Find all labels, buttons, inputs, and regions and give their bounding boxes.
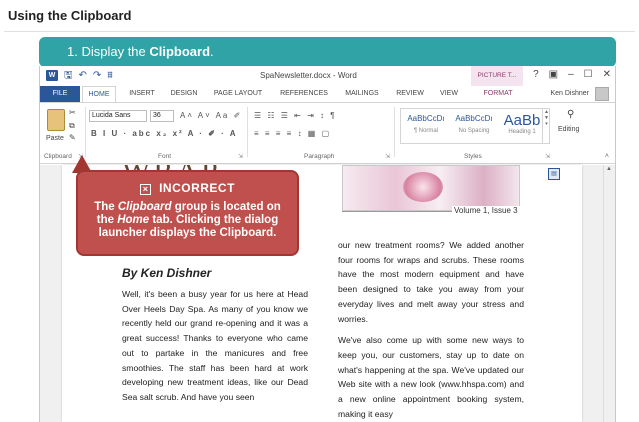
font-name-select[interactable]: Lucida Sans: [89, 110, 147, 122]
group-label-styles: Styles: [464, 153, 482, 160]
flower-image[interactable]: [342, 165, 520, 211]
paste-button-label[interactable]: Paste: [46, 135, 64, 142]
instruction-emphasis: Clipboard: [149, 44, 211, 59]
right-column: our new treatment rooms? We added anothe…: [338, 238, 524, 422]
paragraph: We've also come up with some new ways to…: [338, 335, 524, 419]
layout-options-icon[interactable]: ▤: [548, 168, 560, 180]
alignment-icons[interactable]: ≡ ≡ ≡ ≡ ↕ ▦ ▢: [254, 129, 331, 138]
font-size-tools-icon[interactable]: A˄ A˅ Aa ✐: [180, 111, 242, 120]
help-icon[interactable]: ?: [533, 69, 539, 80]
divider: [247, 107, 248, 157]
editing-label[interactable]: Editing: [558, 126, 579, 133]
ribbon-options-icon[interactable]: ▣: [549, 69, 558, 80]
divider: [4, 31, 635, 32]
styles-scroll-icon[interactable]: ▲ ▼ ▾: [542, 109, 550, 143]
tab-file[interactable]: FILE: [40, 86, 80, 102]
tab-format[interactable]: FORMAT: [476, 86, 520, 102]
style-heading-1[interactable]: AaBb Heading 1: [499, 112, 545, 142]
style-no-spacing[interactable]: AaBbCcDı No Spacing: [451, 112, 497, 142]
tab-review[interactable]: REVIEW: [392, 86, 428, 102]
instruction-bar: 1. Display the Clipboard.: [39, 37, 616, 67]
styles-gallery: AaBbCcDı ¶ Normal AaBbCcDı No Spacing AaBb…: [400, 108, 550, 144]
volume-label: Volume 1, Issue 3: [452, 206, 520, 215]
group-label-font: Font: [158, 153, 172, 160]
scroll-up-icon[interactable]: ▲: [606, 166, 612, 172]
paragraph-dialog-launcher-icon[interactable]: ⇲: [385, 153, 390, 160]
close-icon[interactable]: ✕: [603, 69, 611, 80]
tab-mailings[interactable]: MAILINGS: [340, 86, 384, 102]
callout-heading: × INCORRECT: [78, 181, 297, 195]
font-format-icons[interactable]: B I U · abc x₂ x² A · ✐ · A: [91, 129, 238, 138]
customize-qat-icon[interactable]: ⩩: [107, 70, 112, 81]
feedback-callout: × INCORRECT The Clipboard group is locate…: [76, 170, 299, 256]
list-format-icons[interactable]: ☰ ☷ ☰ ⇤ ⇥ ↕ ¶: [254, 111, 337, 120]
collapse-ribbon-icon[interactable]: ˄: [605, 153, 609, 160]
undo-icon[interactable]: ↶: [79, 70, 87, 81]
ribbon-tabs: FILE HOME INSERT DESIGN PAGE LAYOUT REFE…: [40, 86, 615, 103]
font-size-select[interactable]: 36: [150, 110, 174, 122]
styles-dialog-launcher-icon[interactable]: ⇲: [545, 153, 550, 160]
incorrect-x-icon: ×: [140, 184, 152, 195]
tab-page-layout[interactable]: PAGE LAYOUT: [210, 86, 266, 102]
left-column: Well, it's been a busy year for us here …: [122, 287, 308, 412]
copy-icon[interactable]: ⧉: [69, 121, 79, 130]
callout-body: The Clipboard group is located on the Ho…: [94, 201, 281, 239]
vertical-scrollbar[interactable]: [603, 165, 615, 422]
save-icon[interactable]: 🖫: [64, 70, 73, 81]
format-painter-icon[interactable]: ✎: [69, 133, 79, 142]
tab-view[interactable]: VIEW: [434, 86, 464, 102]
group-label-clipboard: Clipboard: [44, 153, 72, 160]
paragraph: our new treatment rooms? We added anothe…: [338, 240, 524, 324]
divider: [85, 107, 86, 157]
minimize-icon[interactable]: –: [568, 69, 574, 80]
instruction-text: 1. Display the: [67, 44, 150, 59]
font-dialog-launcher-icon[interactable]: ⇲: [238, 153, 243, 160]
cut-icon[interactable]: ✂: [69, 108, 79, 117]
document-title: SpaNewsletter.docx - Word: [260, 71, 357, 80]
byline: By Ken Dishner: [122, 266, 212, 280]
style-normal[interactable]: AaBbCcDı ¶ Normal: [403, 112, 449, 142]
user-name[interactable]: Ken Dishner: [550, 90, 589, 97]
redo-icon[interactable]: ↷: [93, 70, 101, 81]
page-heading: Using the Clipboard: [8, 8, 132, 23]
screen: Using the Clipboard 1. Display the Clipb…: [0, 0, 639, 422]
paste-icon[interactable]: [47, 109, 65, 131]
picture-tools-label: PICTURE T...: [471, 66, 523, 86]
word-app-icon: W: [46, 70, 58, 81]
title-bar: W 🖫 ↶ ↷ ⩩ SpaNewsletter.docx - Word PICT…: [40, 66, 615, 86]
divider: [394, 107, 395, 157]
tab-design[interactable]: DESIGN: [166, 86, 202, 102]
avatar[interactable]: [595, 87, 609, 101]
tab-insert[interactable]: INSERT: [124, 86, 160, 102]
paragraph: Well, it's been a busy year for us here …: [122, 289, 308, 402]
tab-home[interactable]: HOME: [82, 86, 116, 103]
group-label-paragraph: Paragraph: [304, 153, 335, 160]
ribbon-home: Paste ✂ ⧉ ✎ Lucida Sans 36 A˄ A˅ Aa ✐ B …: [40, 102, 615, 164]
instruction-end: .: [210, 44, 214, 59]
find-icon[interactable]: ⚲: [567, 109, 574, 120]
maximize-icon[interactable]: ☐: [584, 69, 593, 80]
tab-references[interactable]: REFERENCES: [276, 86, 332, 102]
